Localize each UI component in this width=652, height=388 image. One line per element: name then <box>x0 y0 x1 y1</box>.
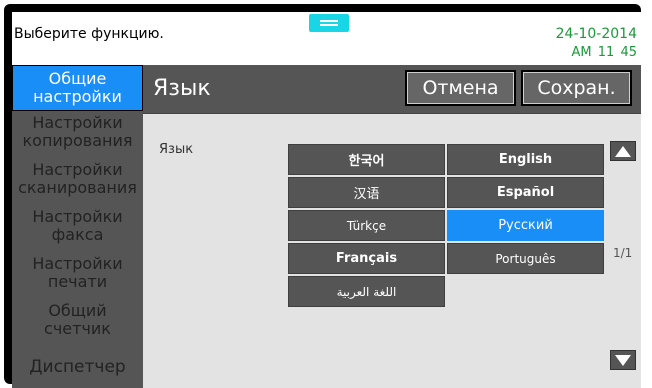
sidebar-item-label: копирования <box>22 131 133 150</box>
sidebar-item-label: Диспетчер <box>29 357 126 377</box>
sidebar-item-scan-settings[interactable]: Настройки сканирования <box>12 161 143 206</box>
page-indicator: 1/1 <box>613 246 633 260</box>
sidebar-item-copy-settings[interactable]: Настройки копирования <box>12 114 143 159</box>
triangle-down-icon <box>615 354 631 366</box>
sidebar-item-label: Настройки <box>32 160 123 179</box>
time-text: AM 11 45 <box>571 45 637 60</box>
sidebar-item-general-settings[interactable]: Общие настройки <box>12 65 143 111</box>
language-option-russian[interactable]: Русский <box>447 210 604 241</box>
language-option-chinese[interactable]: 汉语 <box>288 177 445 208</box>
sidebar-item-label: печати <box>47 272 108 291</box>
sidebar-item-label: счетчик <box>44 319 111 338</box>
language-option-turkish[interactable]: Türkçe <box>288 210 445 241</box>
language-content: Язык 한국어 English 汉语 Español Türkçe Русск… <box>143 114 641 388</box>
language-option-arabic[interactable]: اللغة العربية <box>288 276 445 307</box>
page-title: Язык <box>153 76 211 101</box>
sidebar-item-label: факса <box>51 225 104 244</box>
scroll-down-button[interactable] <box>610 350 636 370</box>
language-option-english[interactable]: English <box>447 144 604 175</box>
sidebar-item-manager[interactable]: Диспетчер <box>12 358 143 386</box>
date-text: 24-10-2014 <box>555 26 637 42</box>
language-option-french[interactable]: Français <box>288 243 445 274</box>
triangle-up-icon <box>615 145 631 157</box>
title-bar: Язык Отмена Сохран. <box>143 65 641 114</box>
main-panel: Язык Отмена Сохран. Язык 한국어 English 汉语 … <box>143 65 641 388</box>
language-option-portuguese[interactable]: Português <box>447 243 604 274</box>
language-option-korean[interactable]: 한국어 <box>288 144 445 175</box>
device-frame: Выберите функцию. 24-10-2014 AM 11 45 Об… <box>4 4 641 388</box>
sidebar-item-label: сканирования <box>18 178 137 197</box>
cancel-button[interactable]: Отмена <box>405 70 516 106</box>
scroll-up-button[interactable] <box>610 141 636 161</box>
prompt-text: Выберите функцию. <box>14 26 164 42</box>
sidebar-item-label: Настройки <box>32 207 123 226</box>
sidebar-item-label: Общие <box>48 69 107 88</box>
language-field-label: Язык <box>159 142 194 157</box>
save-button[interactable]: Сохран. <box>521 70 632 106</box>
sidebar-item-label: Настройки <box>32 254 123 273</box>
screen: Выберите функцию. 24-10-2014 AM 11 45 Об… <box>12 12 641 388</box>
sidebar-item-label: Настройки <box>32 113 123 132</box>
sidebar-item-label: Общий <box>48 301 107 320</box>
sidebar-item-fax-settings[interactable]: Настройки факса <box>12 208 143 253</box>
menu-handle-icon[interactable] <box>309 14 349 32</box>
status-header: Выберите функцию. 24-10-2014 AM 11 45 <box>12 12 641 65</box>
sidebar: Общие настройки Настройки копирования На… <box>12 65 143 388</box>
sidebar-item-print-settings[interactable]: Настройки печати <box>12 255 143 300</box>
sidebar-item-label: настройки <box>33 87 122 106</box>
language-option-spanish[interactable]: Español <box>447 177 604 208</box>
sidebar-item-general-counter[interactable]: Общий счетчик <box>12 302 143 347</box>
